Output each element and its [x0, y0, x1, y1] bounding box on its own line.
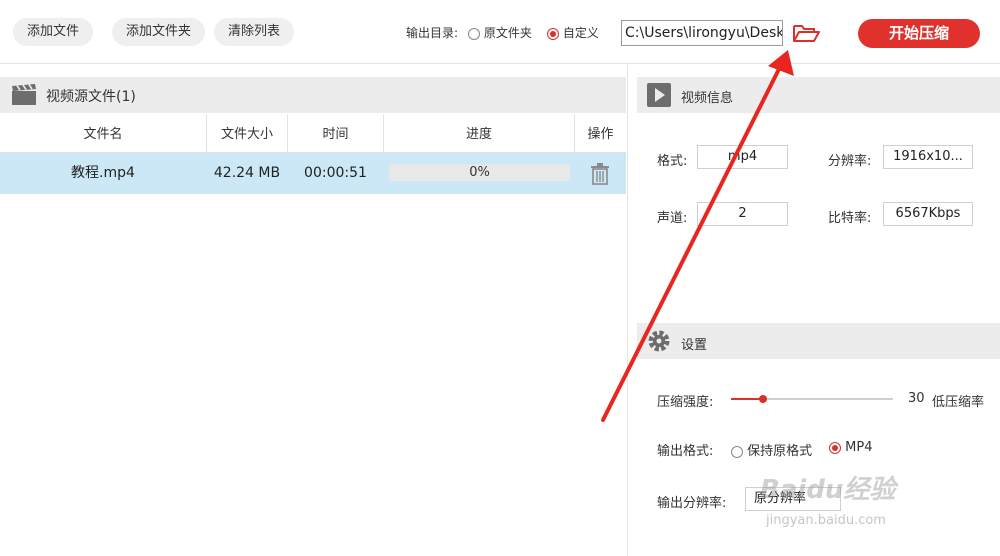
- watermark-brand: Baidu经验: [760, 475, 896, 505]
- radio-custom[interactable]: 自定义: [547, 24, 599, 41]
- column-header-time: 时间: [322, 127, 349, 142]
- output-format-label: 输出格式:: [657, 444, 714, 459]
- resolution-label: 分辨率:: [828, 154, 872, 169]
- add-folder-button[interactable]: 添加文件夹: [112, 18, 206, 46]
- format-label: 格式:: [657, 154, 688, 169]
- column-header-progress: 进度: [465, 127, 492, 142]
- strength-label: 压缩强度:: [657, 395, 714, 410]
- settings-title: 设置: [681, 338, 708, 353]
- duration-cell: 00:00:51: [304, 165, 367, 181]
- progress-text: 0%: [469, 165, 490, 180]
- panel-divider: [627, 63, 628, 556]
- toolbar-divider: [0, 63, 1000, 64]
- output-resolution-label: 输出分辨率:: [657, 496, 727, 511]
- strength-slider[interactable]: [731, 395, 893, 403]
- radio-mp4[interactable]: MP4: [829, 440, 872, 455]
- file-size-cell: 42.24 MB: [213, 165, 281, 181]
- radio-selected-icon: [547, 27, 559, 40]
- clear-list-button[interactable]: 清除列表: [214, 18, 295, 46]
- radio-mp4-label: MP4: [845, 440, 873, 455]
- delete-trash-icon[interactable]: [590, 163, 610, 185]
- video-clapper-icon: [11, 84, 37, 106]
- start-compress-button[interactable]: 开始压缩: [858, 19, 980, 48]
- radio-source-folder-label: 原文件夹: [483, 26, 532, 40]
- bitrate-label: 比特率:: [828, 211, 872, 226]
- radio-source-folder[interactable]: 原文件夹: [468, 24, 532, 41]
- resolution-value: 1916x10...: [883, 145, 973, 169]
- radio-icon: [468, 27, 480, 40]
- bitrate-value: 6567Kbps: [883, 202, 973, 226]
- radio-keep-format-label: 保持原格式: [747, 444, 813, 459]
- radio-custom-label: 自定义: [562, 26, 599, 40]
- strength-hint: 低压缩率: [932, 395, 985, 410]
- gear-icon: [647, 329, 671, 353]
- file-name-cell: 教程.mp4: [71, 165, 135, 181]
- radio-selected-icon: [829, 441, 841, 454]
- play-icon: [647, 83, 671, 107]
- channels-label: 声道:: [657, 211, 688, 226]
- radio-icon: [731, 445, 743, 458]
- add-file-button[interactable]: 添加文件: [13, 18, 94, 46]
- format-value: mp4: [697, 145, 788, 169]
- open-folder-icon[interactable]: [792, 22, 820, 44]
- strength-slider-handle[interactable]: [759, 395, 768, 403]
- source-panel-title: 视频源文件(1): [46, 89, 136, 105]
- radio-keep-format[interactable]: 保持原格式: [731, 440, 812, 459]
- output-dir-label: 输出目录:: [406, 26, 459, 40]
- column-header-size: 文件大小: [220, 127, 273, 142]
- strength-value: 30: [908, 391, 925, 406]
- channels-value: 2: [697, 202, 788, 226]
- column-header-name: 文件名: [83, 127, 123, 142]
- column-header-action: 操作: [587, 127, 614, 142]
- video-info-title: 视频信息: [681, 91, 734, 106]
- watermark-url: jingyan.baidu.com: [766, 513, 886, 528]
- output-path-input[interactable]: C:\Users\lirongyu\Desk: [621, 20, 783, 46]
